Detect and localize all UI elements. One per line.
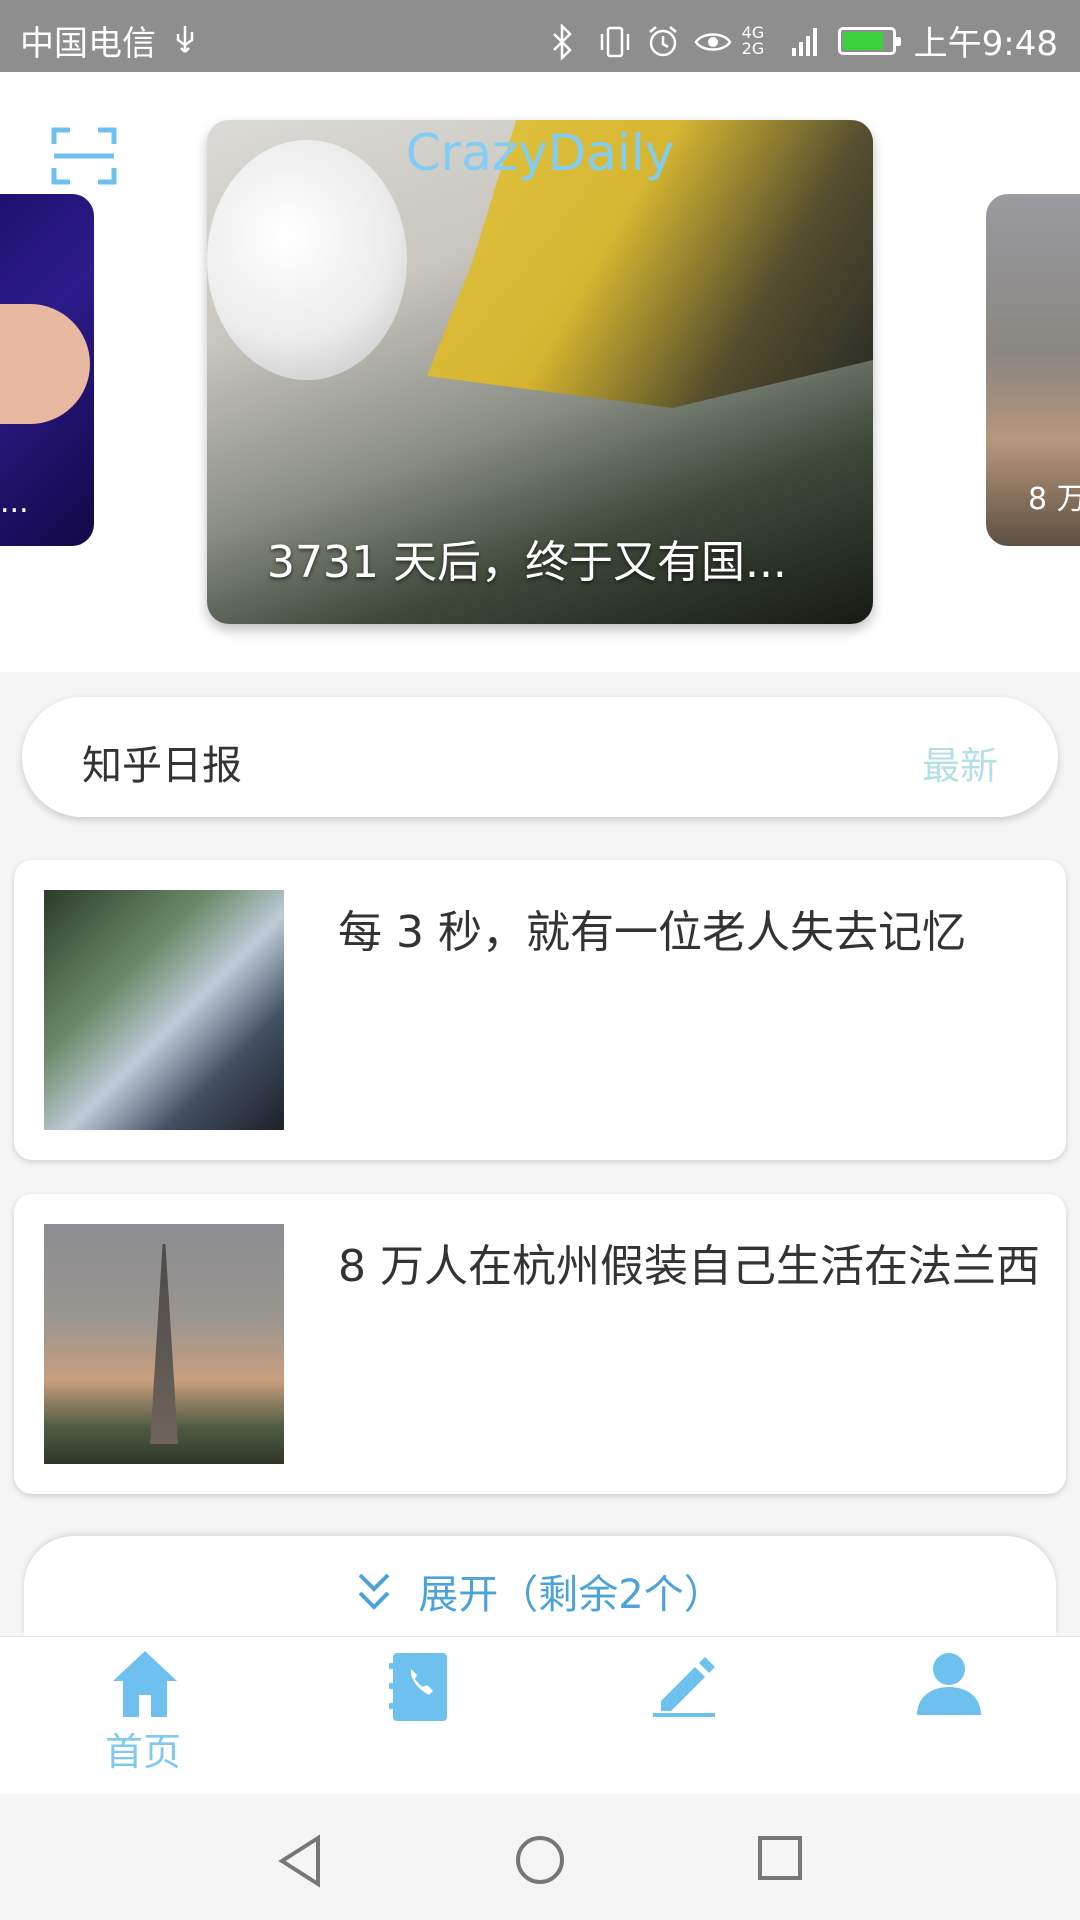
article-title: 每 3 秒，就有一位老人失去记忆 xyxy=(338,907,966,958)
nav-home[interactable]: 首页 xyxy=(8,1637,278,1795)
battery-icon xyxy=(837,26,901,55)
expand-label: 展开（剩余2个） xyxy=(418,1572,724,1618)
edit-pencil-icon xyxy=(653,1657,715,1717)
user-icon xyxy=(917,1653,981,1715)
eye-icon xyxy=(694,24,732,58)
app-title: CrazyDaily xyxy=(405,124,675,182)
bottom-nav: 首页 xyxy=(0,1636,1080,1794)
latest-link[interactable]: 最新 xyxy=(922,735,998,790)
carrier-name: 中国电信 xyxy=(20,24,156,64)
status-right: 4G 2G 上午9:48 xyxy=(550,16,1058,65)
usb-icon xyxy=(170,24,200,58)
home-circle-icon[interactable] xyxy=(514,1834,566,1886)
alarm-icon xyxy=(646,24,677,58)
network-type: 4G 2G xyxy=(741,22,765,58)
article-title: 8 万人在杭州假装自己生活在法兰西 xyxy=(338,1241,1040,1292)
nav-home-label: 首页 xyxy=(104,1730,181,1774)
article-card[interactable]: 8 万人在杭州假装自己生活在法兰西 xyxy=(14,1194,1066,1494)
nav-contacts[interactable] xyxy=(284,1637,554,1795)
card-caption: 3731 天后，终于又有国... xyxy=(267,537,787,588)
card-image xyxy=(0,304,90,424)
recents-icon[interactable] xyxy=(756,1834,804,1882)
card-caption: 8 万 xyxy=(1028,482,1080,517)
vibrate-icon xyxy=(598,24,629,58)
status-left: 中国电信 xyxy=(20,16,200,65)
double-chevron-down-icon xyxy=(358,1573,390,1610)
section-title: 知乎日报 xyxy=(82,743,242,789)
card-caption: ... xyxy=(0,485,29,520)
contacts-book-icon xyxy=(389,1653,447,1721)
banner-carousel[interactable]: CrazyDaily ... 3731 天后，终于又有国... 8 万 xyxy=(0,72,1080,672)
clock: 上午9:48 xyxy=(913,24,1058,64)
nav-write[interactable] xyxy=(548,1637,818,1795)
expand-button[interactable]: 展开（剩余2个） xyxy=(24,1536,1056,1636)
carousel-card-next[interactable]: 8 万 xyxy=(986,194,1080,546)
article-thumbnail xyxy=(44,890,284,1130)
bluetooth-icon xyxy=(550,22,580,61)
system-nav-bar xyxy=(0,1794,1080,1920)
article-card[interactable]: 每 3 秒，就有一位老人失去记忆 xyxy=(14,860,1066,1160)
article-thumbnail xyxy=(44,1224,284,1464)
back-icon[interactable] xyxy=(276,1834,324,1888)
section-header: 知乎日报 最新 xyxy=(22,697,1058,817)
carousel-card-current[interactable]: 3731 天后，终于又有国... xyxy=(207,120,873,624)
signal-icon xyxy=(790,24,820,58)
home-icon xyxy=(113,1651,177,1717)
carousel-card-prev[interactable]: ... xyxy=(0,194,94,546)
nav-profile[interactable] xyxy=(812,1637,1080,1795)
status-bar: 中国电信 4G 2G 上午9:48 xyxy=(0,0,1080,72)
